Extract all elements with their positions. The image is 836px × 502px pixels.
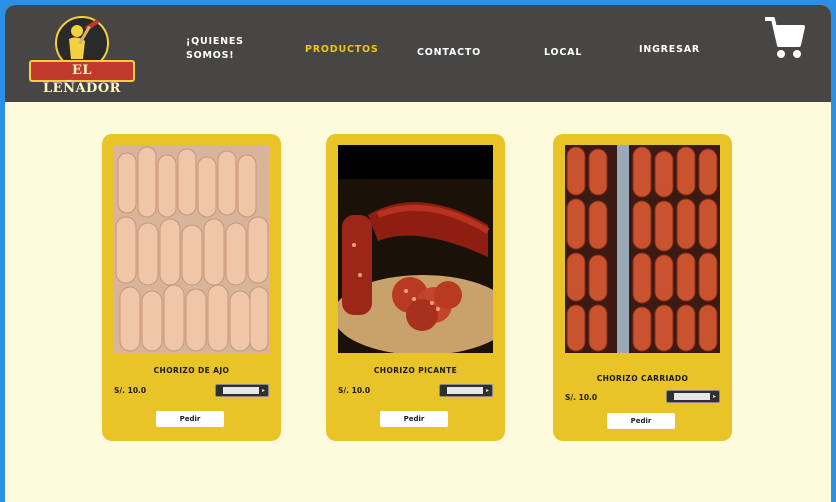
order-button[interactable]: Pedir [607, 413, 675, 429]
quantity-stepper[interactable]: ▸ [666, 390, 720, 403]
quantity-input[interactable] [223, 387, 259, 394]
stepper-arrows-icon[interactable]: ▸ [713, 393, 716, 400]
product-image [338, 145, 493, 353]
lumberjack-icon [55, 16, 109, 70]
product-name: CHORIZO DE AJO [153, 366, 230, 375]
nav-item-contacto[interactable]: CONTACTO [417, 46, 481, 60]
product-price: S/. 10.0 [565, 393, 598, 402]
nav-item-ingresar[interactable]: INGRESAR [639, 43, 700, 57]
logo-text: EL LEÑADOR [29, 60, 135, 96]
product-image [114, 145, 269, 353]
page: EL LEÑADOR ¡QUIENES SOMOS! PRODUCTOS CON… [5, 5, 831, 502]
stepper-arrows-icon[interactable]: ▸ [486, 387, 489, 394]
brand-logo[interactable]: EL LEÑADOR [25, 13, 139, 96]
product-price: S/. 10.0 [114, 386, 147, 395]
quantity-stepper[interactable]: ▸ [439, 384, 493, 397]
order-button[interactable]: Pedir [380, 411, 448, 427]
shopping-cart-icon[interactable] [763, 15, 805, 61]
quantity-input[interactable] [674, 393, 710, 400]
product-image [565, 145, 720, 353]
order-button[interactable]: Pedir [156, 411, 224, 427]
nav-item-quienes-somos[interactable]: ¡QUIENES SOMOS! [186, 35, 261, 63]
navbar: EL LEÑADOR ¡QUIENES SOMOS! PRODUCTOS CON… [5, 5, 831, 102]
product-price: S/. 10.0 [338, 386, 371, 395]
quantity-input[interactable] [447, 387, 483, 394]
product-card: CHORIZO CARRIADO S/. 10.0 ▸ Pedir [553, 134, 732, 441]
nav-item-local[interactable]: LOCAL [544, 46, 582, 60]
product-card: CHORIZO DE AJO S/. 10.0 ▸ Pedir [102, 134, 281, 441]
product-name: CHORIZO CARRIADO [596, 374, 689, 383]
stepper-arrows-icon[interactable]: ▸ [262, 387, 265, 394]
quantity-stepper[interactable]: ▸ [215, 384, 269, 397]
product-card: CHORIZO PICANTE S/. 10.0 ▸ Pedir [326, 134, 505, 441]
nav-item-productos[interactable]: PRODUCTOS [305, 43, 379, 57]
product-name: CHORIZO PICANTE [373, 366, 458, 375]
